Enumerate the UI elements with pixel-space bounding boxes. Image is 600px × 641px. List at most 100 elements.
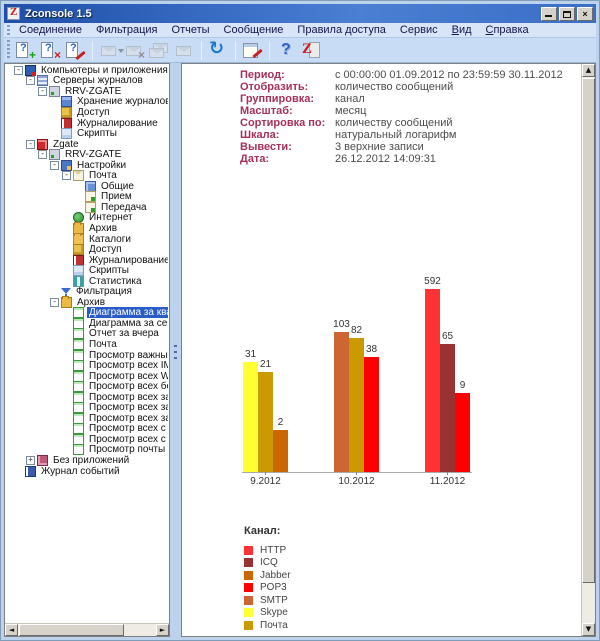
tree-item[interactable]: Почта	[6, 339, 168, 350]
tree-item[interactable]: - RRV-ZGATE	[6, 85, 168, 97]
tree-item[interactable]: Передача	[6, 201, 168, 213]
toolbar-grip-icon	[7, 40, 10, 60]
tree-item[interactable]: Диаграмма за квартал	[6, 307, 168, 319]
expander-icon[interactable]: -	[62, 171, 71, 181]
expander-icon[interactable]: +	[26, 456, 35, 465]
bar	[273, 430, 288, 472]
tree-item[interactable]: Диаграмма за сегодня	[6, 317, 168, 329]
category-label: 9.2012	[250, 476, 281, 487]
edit-note-button[interactable]	[240, 39, 264, 62]
menu-item[interactable]: Сервис	[393, 24, 445, 36]
report-icon	[73, 433, 84, 445]
tree-item[interactable]: Фильтрация	[6, 286, 168, 299]
vertical-scrollbar[interactable]: ▲ ▼	[581, 64, 595, 636]
tree-item[interactable]: Просмотр всех Web за н	[6, 370, 168, 382]
axis-line	[242, 472, 472, 473]
expander-icon[interactable]: -	[50, 297, 59, 307]
tree-item[interactable]: Отчет за вчера	[6, 328, 168, 340]
tree-item[interactable]: - Серверы журналов	[6, 75, 168, 87]
tree-item[interactable]: Просмотр всех с вложен	[6, 433, 168, 445]
report-icon	[73, 349, 84, 361]
axis-tick	[356, 472, 357, 475]
legend-row: ICQ	[244, 557, 278, 569]
scroll-up-button[interactable]: ▲	[582, 64, 595, 77]
tree-item[interactable]: Просмотр всех больше 1	[6, 381, 168, 393]
bar-value-label: 82	[350, 325, 363, 336]
mail-in-icon	[85, 191, 96, 203]
computers-icon	[25, 65, 36, 76]
logbook-icon	[61, 117, 72, 129]
close-button[interactable]: ×	[577, 6, 593, 21]
delete-report-button[interactable]: ? ×	[38, 39, 62, 62]
tree-item[interactable]: Статистика	[6, 275, 168, 287]
menu-item[interactable]: Фильтрация	[89, 24, 164, 36]
tree-item[interactable]: Просмотр всех за месяц	[6, 402, 168, 414]
menubar-grip-icon	[7, 25, 10, 35]
menu-item[interactable]: Справка	[479, 24, 536, 36]
tree-item[interactable]: Просмотр важных за сег	[6, 349, 168, 361]
bar-value-label: 592	[424, 276, 441, 287]
scroll-left-button[interactable]: ◄	[5, 624, 18, 636]
tree-item[interactable]: Журналирование	[6, 117, 168, 129]
tree-item[interactable]: Скрипты	[6, 128, 168, 140]
toolbar-separator	[201, 40, 202, 60]
tree-item[interactable]: Интернет	[6, 212, 168, 224]
tree-item[interactable]: - Почта	[6, 170, 168, 182]
expander-icon[interactable]: -	[26, 76, 35, 86]
tree-item[interactable]: - Компьютеры и приложения	[6, 65, 168, 76]
tree-item[interactable]: Просмотр всех за вчера	[6, 391, 168, 403]
tree-item[interactable]: + Без приложений	[6, 455, 168, 467]
menu-item[interactable]: Вид	[445, 24, 479, 36]
tree-item[interactable]: Журнал событий	[6, 465, 168, 477]
edit-report-button[interactable]: ?	[63, 39, 87, 62]
expander-icon[interactable]: -	[38, 86, 47, 96]
tree-item[interactable]: - Архив	[6, 295, 168, 308]
tree-item[interactable]: Архив	[6, 221, 168, 234]
tree-item[interactable]: Доступ	[6, 106, 168, 118]
scroll-thumb[interactable]	[19, 624, 124, 636]
tree-item[interactable]: Доступ	[6, 244, 168, 256]
horizontal-scrollbar[interactable]: ◄ ►	[5, 623, 169, 636]
tree-item[interactable]: Каталоги	[6, 232, 168, 245]
tree-item[interactable]: - RRV-ZGATE	[6, 149, 168, 161]
tree-item[interactable]: - Zgate	[6, 138, 168, 150]
tree: - Компьютеры и приложения - Серверы журнало…	[6, 65, 168, 622]
expander-icon[interactable]: -	[26, 139, 35, 149]
tree-item[interactable]: Просмотр всех с атрибут	[6, 423, 168, 435]
tree-item[interactable]: - Настройки	[6, 159, 168, 171]
tree-item[interactable]: Скрипты	[6, 265, 168, 277]
menu-item[interactable]: Сообщение	[217, 24, 291, 36]
tree-item[interactable]: Прием	[6, 191, 168, 203]
tree-item-label: Просмотр важных за сег	[89, 349, 168, 361]
scroll-thumb[interactable]	[582, 78, 595, 583]
scroll-right-button[interactable]: ►	[156, 624, 169, 636]
tree-item-label: Без приложений	[53, 455, 130, 467]
zconsole-button[interactable]: Z	[299, 39, 323, 62]
expander-icon[interactable]: -	[14, 65, 23, 75]
tree-item-label: Просмотр всех больше 1	[89, 381, 168, 393]
tree-item[interactable]: Общие	[6, 180, 168, 192]
menu-item[interactable]: Правила доступа	[290, 24, 393, 36]
tree-item[interactable]: Просмотр всех за сегодн	[6, 412, 168, 424]
scroll-down-button[interactable]: ▼	[582, 623, 595, 636]
titlebar: Z Zconsole 1.5 ×	[4, 4, 596, 23]
chart: 31 21 2 9.2012 103 82 38 10.2012 592 65 9 11.2012	[182, 64, 581, 636]
tree-item[interactable]: Хранение журналов	[6, 96, 168, 108]
tree-item[interactable]: Просмотр всех IM за нед	[6, 360, 168, 372]
tree-item-label: Настройки	[77, 159, 127, 171]
tree-item[interactable]: Журналирование	[6, 254, 168, 266]
tree-item[interactable]: Просмотр почты за неде.	[6, 444, 168, 456]
expander-icon[interactable]: -	[38, 150, 47, 160]
legend-row: SMTP	[244, 594, 288, 606]
expander-icon[interactable]: -	[50, 160, 59, 170]
menu-item[interactable]: Отчеты	[165, 24, 217, 36]
menubar: Соединение Фильтрация Отчеты Сообщение Прави…	[4, 23, 596, 38]
splitter[interactable]	[170, 63, 181, 637]
maximize-button[interactable]	[559, 6, 575, 21]
refresh-button[interactable]: ↻	[206, 38, 230, 62]
menu-item[interactable]: Соединение	[12, 24, 89, 36]
legend-swatch	[244, 608, 253, 617]
help-button[interactable]: ?	[274, 39, 298, 62]
minimize-button[interactable]	[541, 6, 557, 21]
add-report-button[interactable]: ? +	[13, 39, 37, 62]
